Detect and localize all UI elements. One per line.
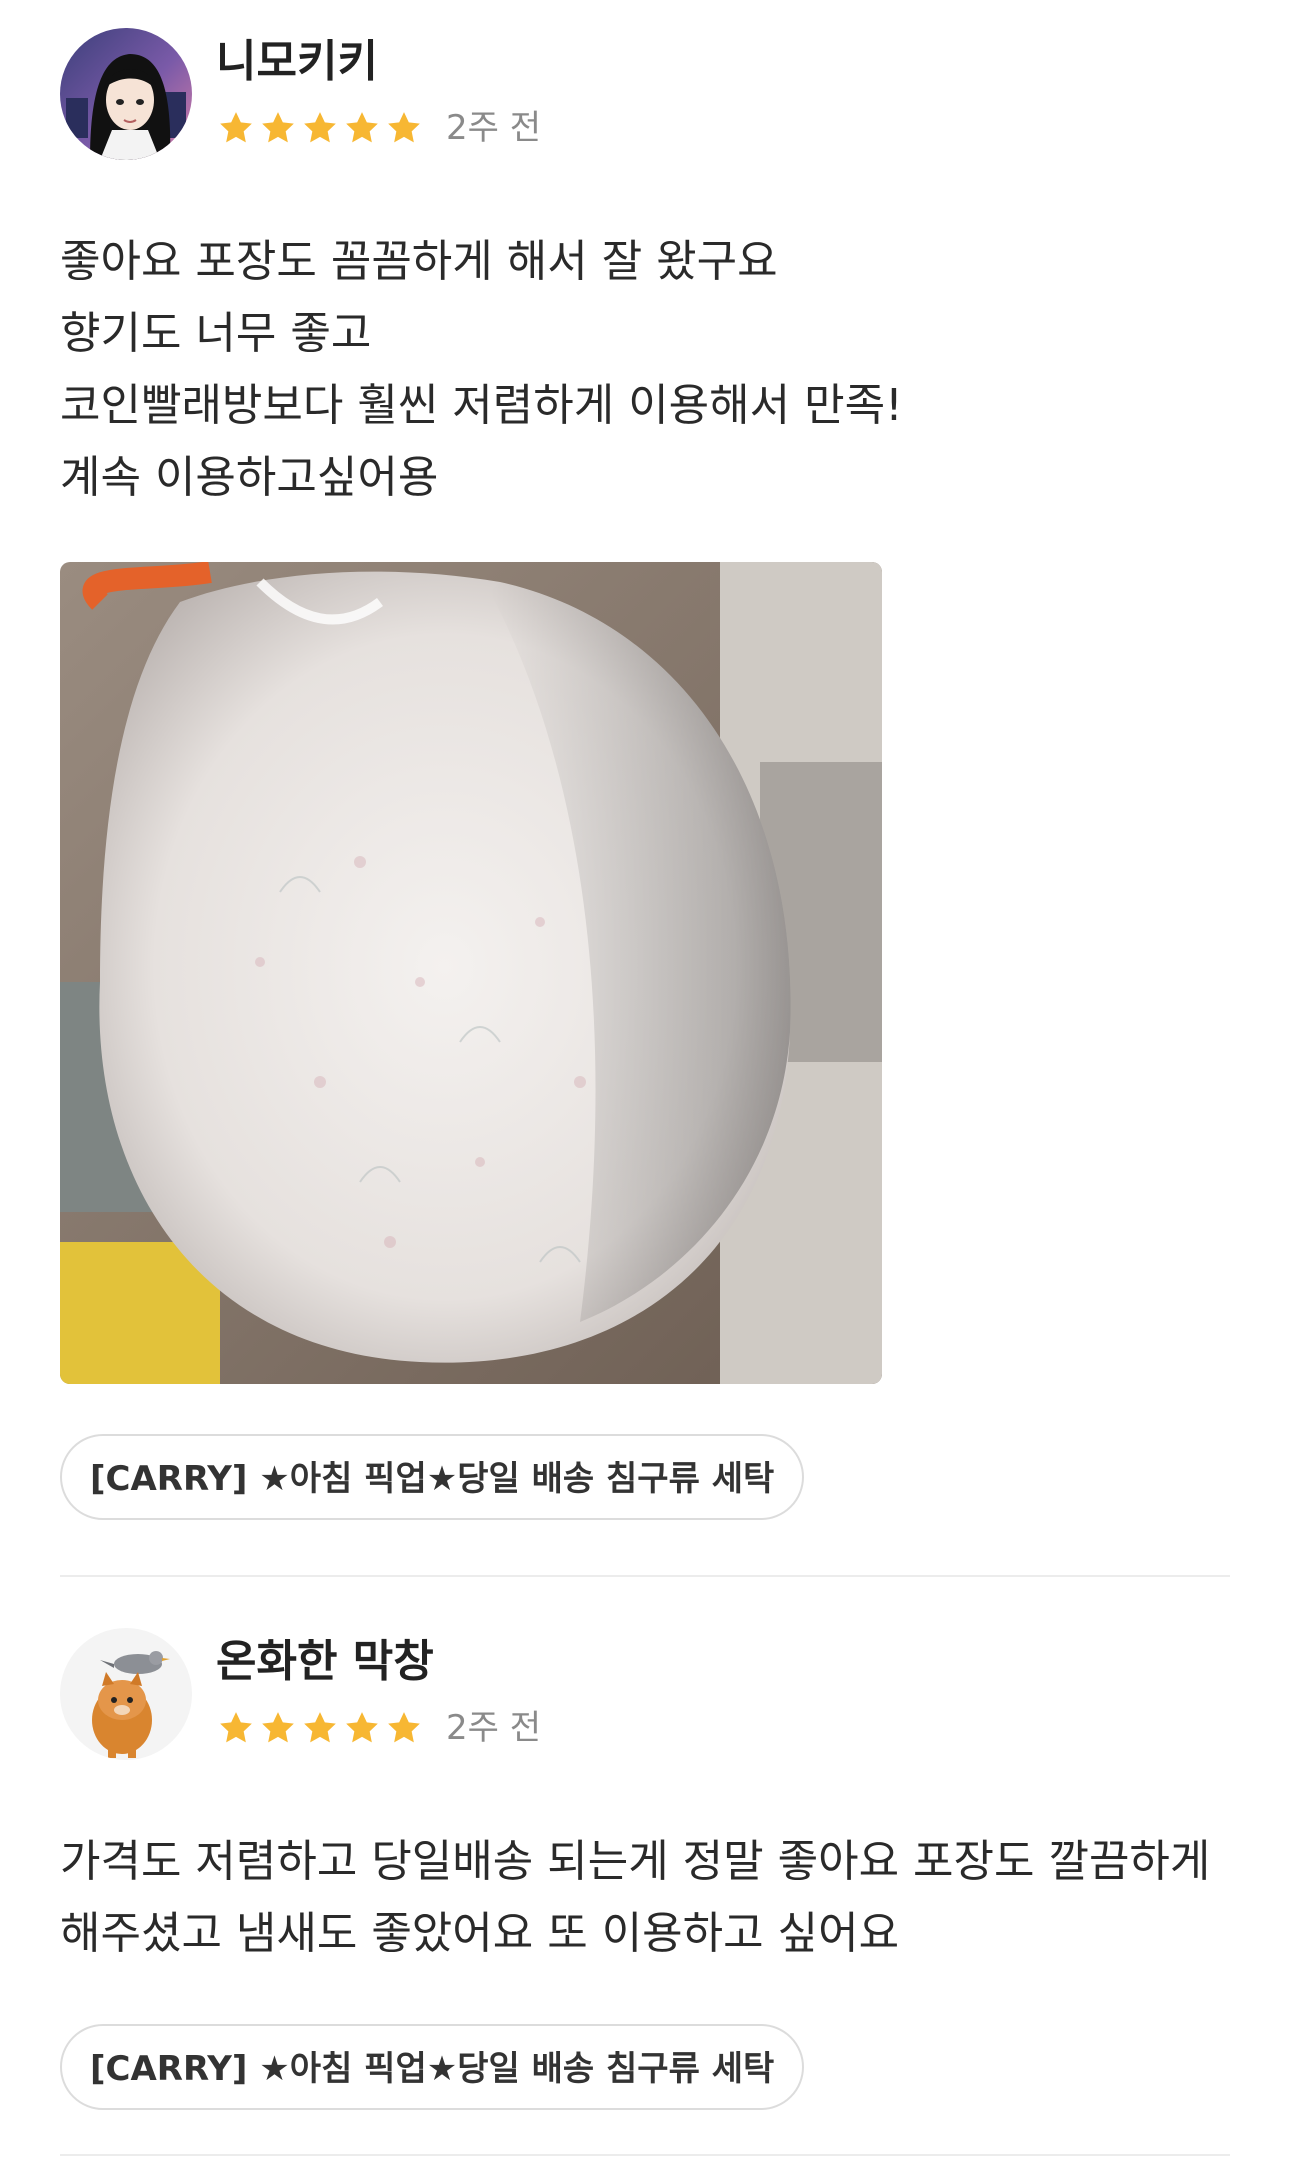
review-text-line: 향기도 너무 좋고: [60, 308, 372, 359]
author-name[interactable]: 온화한 막창: [216, 1634, 541, 1690]
review-item: 온화한 막창 2주 전 가격도 저렴하고 당일배송 되는게 정말 좋아요 포장도…: [60, 1628, 1230, 2110]
avatar-image-icon: [60, 1628, 192, 1760]
review-meta: 온화한 막창 2주 전: [216, 1628, 541, 1750]
star-rating: [216, 1708, 426, 1748]
laundry-bag-photo-icon: [60, 562, 882, 1384]
review-date: 2주 전: [446, 1708, 541, 1748]
star-icon: [304, 112, 336, 143]
review-text-line: 계속 이용하고싶어용: [60, 452, 439, 503]
star-icon: [262, 112, 294, 143]
review-photo[interactable]: [60, 562, 882, 1384]
star-icon: [220, 112, 252, 143]
author-name[interactable]: 니모키키: [216, 34, 541, 90]
review-item: 니모키키 2주 전 좋아요 포장도 꼼꼼하게 해서 잘 왔구요 향기도 너무 좋…: [60, 28, 1230, 1520]
review-divider: [60, 2154, 1230, 2156]
star-icon: [262, 1712, 294, 1743]
star-icon: [346, 112, 378, 143]
review-header: 온화한 막창 2주 전: [60, 1628, 1230, 1762]
review-text-line: 가격도 저렴하고 당일배송 되는게 정말 좋아요 포장도 깔끔하게: [60, 1836, 1211, 1887]
product-tag[interactable]: [CARRY] ★아침 픽업★당일 배송 침구류 세탁: [60, 1434, 805, 1520]
star-icon: [304, 1712, 336, 1743]
review-text-line: 좋아요 포장도 꼼꼼하게 해서 잘 왔구요: [60, 236, 778, 287]
avatar[interactable]: [60, 28, 192, 160]
review-text: 좋아요 포장도 꼼꼼하게 해서 잘 왔구요 향기도 너무 좋고 코인빨래방보다 …: [60, 226, 1230, 514]
star-icon: [388, 112, 420, 143]
star-icon: [346, 1712, 378, 1743]
review-date: 2주 전: [446, 108, 541, 148]
review-text: 가격도 저렴하고 당일배송 되는게 정말 좋아요 포장도 깔끔하게 해주셨고 냄…: [60, 1826, 1230, 1970]
star-icon: [220, 1712, 252, 1743]
review-header: 니모키키 2주 전: [60, 28, 1230, 162]
rating-row: 2주 전: [216, 1706, 541, 1750]
product-tag[interactable]: [CARRY] ★아침 픽업★당일 배송 침구류 세탁: [60, 2024, 805, 2110]
review-divider: [60, 1575, 1230, 1577]
review-meta: 니모키키 2주 전: [216, 28, 541, 150]
star-icon: [388, 1712, 420, 1743]
review-text-line: 코인빨래방보다 훨씬 저렴하게 이용해서 만족!: [60, 380, 903, 431]
star-rating: [216, 108, 426, 148]
rating-row: 2주 전: [216, 106, 541, 150]
avatar-image-icon: [60, 28, 192, 160]
review-text-line: 해주셨고 냄새도 좋았어요 또 이용하고 싶어요: [60, 1908, 900, 1959]
avatar[interactable]: [60, 1628, 192, 1760]
